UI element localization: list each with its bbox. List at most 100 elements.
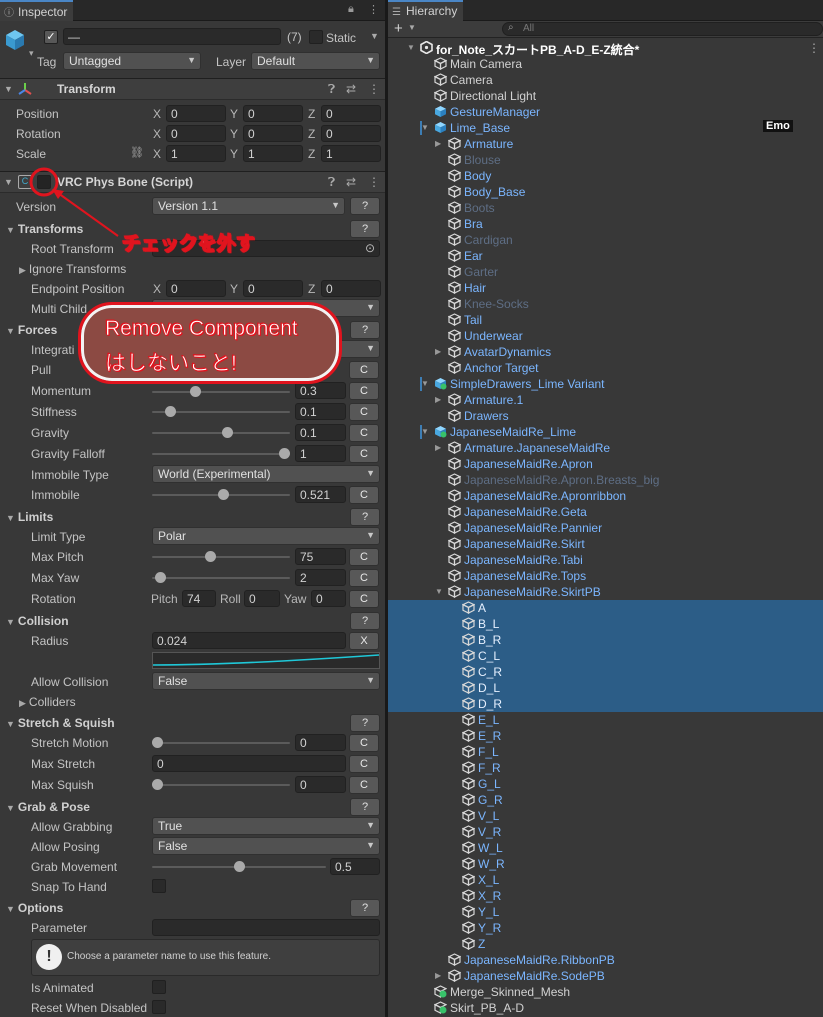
hierarchy-item[interactable]: Cardigan (388, 232, 823, 248)
hierarchy-item[interactable]: Drawers (388, 408, 823, 424)
expand-right-icon[interactable]: ▶ (435, 136, 441, 152)
gravity-falloff-slider-knob[interactable] (279, 448, 290, 459)
limit-type-dropdown[interactable]: Polar ▼ (152, 527, 380, 545)
hierarchy-item[interactable]: ▶ AvatarDynamics (388, 344, 823, 360)
max-squish-slider-knob[interactable] (152, 779, 163, 790)
hierarchy-item[interactable]: V_R (388, 824, 823, 840)
hierarchy-item[interactable]: Y_L (388, 904, 823, 920)
hierarchy-item[interactable]: Main Camera (388, 56, 823, 72)
stretch-motion-field[interactable]: 0 (295, 734, 346, 751)
hierarchy-item[interactable]: Body (388, 168, 823, 184)
max-pitch-slider-knob[interactable] (205, 551, 217, 562)
hierarchy-item[interactable]: ▶ Armature.1 (388, 392, 823, 408)
immobile-slider-knob[interactable] (218, 489, 230, 500)
hierarchy-item[interactable]: JapaneseMaidRe.Apron.Breasts_big (388, 472, 823, 488)
hierarchy-item[interactable]: ▶ Armature (388, 136, 823, 152)
allow-collision-dropdown[interactable]: False ▼ (152, 672, 380, 690)
hierarchy-item[interactable]: GestureManager (388, 104, 823, 120)
max-squish-slider-track[interactable] (152, 784, 290, 786)
hierarchy-item[interactable]: D_R (388, 696, 823, 712)
expand-down-icon[interactable]: ▼ (421, 424, 429, 440)
hierarchy-item[interactable]: Anchor Target (388, 360, 823, 376)
hierarchy-item[interactable]: E_L (388, 712, 823, 728)
hierarchy-item[interactable]: Body_Base (388, 184, 823, 200)
stretch-motion-curve-button[interactable]: C (349, 734, 379, 752)
stretch-motion-slider-track[interactable] (152, 742, 290, 744)
immobile-field[interactable]: 0.521 (295, 486, 346, 503)
grab-section-title[interactable]: ▼ Grab & Pose (6, 800, 90, 814)
max-yaw-slider-knob[interactable] (154, 572, 166, 583)
expand-right-icon[interactable]: ▶ (435, 344, 441, 360)
hierarchy-tab[interactable]: ☰ Hierarchy (388, 0, 464, 21)
expand-right-icon[interactable]: ▶ (435, 392, 441, 408)
hierarchy-item[interactable]: Hair (388, 280, 823, 296)
hierarchy-item[interactable]: W_R (388, 856, 823, 872)
hierarchy-item[interactable]: ▼ for_Note_スカートPB_A-D_E-Z統合* ⋮ (388, 40, 823, 57)
hierarchy-item[interactable]: F_R (388, 760, 823, 776)
hierarchy-item[interactable]: JapaneseMaidRe.Skirt (388, 536, 823, 552)
hierarchy-item[interactable]: Directional Light (388, 88, 823, 104)
hierarchy-item[interactable]: ▼ JapaneseMaidRe_Lime (388, 424, 823, 440)
hierarchy-item[interactable]: JapaneseMaidRe.Geta (388, 504, 823, 520)
gravity-falloff-field[interactable]: 1 (295, 445, 346, 462)
options-help-button[interactable]: ? (350, 899, 380, 917)
hierarchy-item[interactable]: ▼ JapaneseMaidRe.SkirtPB (388, 584, 823, 600)
gravity-slider-knob[interactable] (221, 427, 233, 438)
parameter-field[interactable] (152, 919, 380, 936)
hierarchy-item[interactable]: D_L (388, 680, 823, 696)
rotation-roll-field[interactable]: 0 (244, 590, 280, 607)
max-pitch-curve-button[interactable]: C (349, 548, 379, 566)
stiffness-slider-knob[interactable] (164, 406, 176, 417)
expand-down-icon[interactable]: ▼ (435, 584, 443, 600)
allow-grabbing-dropdown[interactable]: True ▼ (152, 817, 380, 835)
stiffness-field[interactable]: 0.1 (295, 403, 346, 420)
max-stretch-field[interactable]: 0 (152, 755, 346, 772)
hierarchy-item[interactable]: Ear (388, 248, 823, 264)
hierarchy-item[interactable]: JapaneseMaidRe.Pannier (388, 520, 823, 536)
hierarchy-item[interactable]: V_L (388, 808, 823, 824)
hierarchy-item[interactable]: Z (388, 936, 823, 952)
allow-posing-dropdown[interactable]: False ▼ (152, 837, 380, 855)
hierarchy-item[interactable]: ▶ JapaneseMaidRe.SodePB (388, 968, 823, 984)
hierarchy-item[interactable]: X_R (388, 888, 823, 904)
hierarchy-item[interactable]: C_L (388, 648, 823, 664)
hierarchy-item[interactable]: G_R (388, 792, 823, 808)
options-section-title[interactable]: ▼ Options (6, 901, 63, 915)
max-yaw-curve-button[interactable]: C (349, 569, 379, 587)
hierarchy-item[interactable]: JapaneseMaidRe.Tops (388, 568, 823, 584)
hierarchy-item[interactable]: Knee-Socks (388, 296, 823, 312)
hierarchy-item[interactable]: ▼ SimpleDrawers_Lime Variant (388, 376, 823, 392)
gravity-falloff-curve-button[interactable]: C (349, 445, 379, 463)
expand-down-icon[interactable]: ▼ (421, 120, 429, 136)
max-squish-curve-button[interactable]: C (349, 776, 379, 794)
max-yaw-field[interactable]: 2 (295, 569, 346, 586)
hierarchy-item[interactable]: Bra (388, 216, 823, 232)
immobile-type-dropdown[interactable]: World (Experimental) ▼ (152, 465, 380, 483)
hierarchy-item[interactable]: Blouse (388, 152, 823, 168)
is-animated-checkbox[interactable] (152, 980, 166, 994)
gravity-falloff-slider-track[interactable] (152, 453, 290, 455)
hierarchy-item[interactable]: JapaneseMaidRe.Tabi (388, 552, 823, 568)
hierarchy-search-input[interactable]: ⌕ All (502, 22, 823, 36)
hierarchy-item[interactable]: ▼ Lime_Base (388, 120, 823, 136)
stretch-help-button[interactable]: ? (350, 714, 380, 732)
grab-movement-field[interactable]: 0.5 (330, 858, 380, 875)
hierarchy-item[interactable]: G_L (388, 776, 823, 792)
hierarchy-item[interactable]: Camera (388, 72, 823, 88)
hierarchy-item[interactable]: C_R (388, 664, 823, 680)
expand-down-icon[interactable]: ▼ (421, 376, 429, 392)
immobile-curve-button[interactable]: C (349, 486, 379, 504)
hierarchy-item[interactable]: E_R (388, 728, 823, 744)
rotation-yaw-field[interactable]: 0 (311, 590, 346, 607)
hierarchy-item[interactable]: Underwear (388, 328, 823, 344)
add-icon[interactable]: + (394, 20, 403, 37)
expand-right-icon[interactable]: ▶ (435, 440, 441, 456)
expand-right-icon[interactable]: ▶ (435, 968, 441, 984)
stretch-motion-slider-knob[interactable] (152, 737, 163, 748)
hierarchy-item[interactable]: B_L (388, 616, 823, 632)
radius-curve-clear-button[interactable]: X (349, 632, 379, 650)
limits-section-title[interactable]: ▼ Limits (6, 510, 53, 524)
hierarchy-item[interactable]: Tail (388, 312, 823, 328)
max-squish-field[interactable]: 0 (295, 776, 346, 793)
hierarchy-item[interactable]: Y_R (388, 920, 823, 936)
